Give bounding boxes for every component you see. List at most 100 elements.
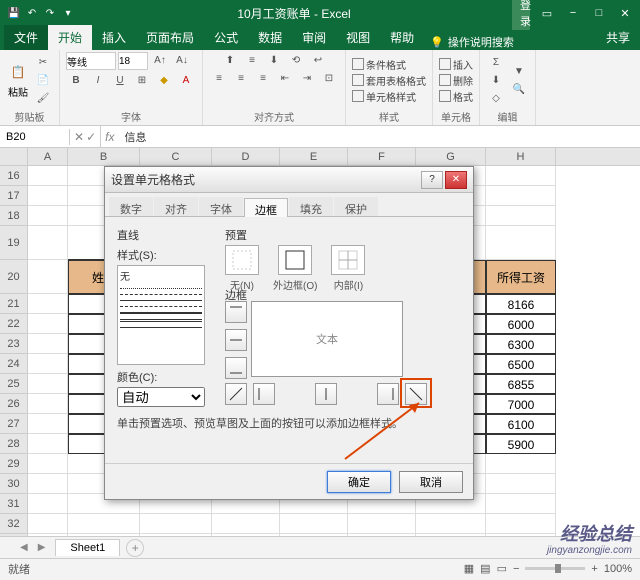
cell[interactable]: 8166 <box>486 294 556 314</box>
cell[interactable] <box>280 514 348 534</box>
fill-icon[interactable]: ⬇ <box>486 72 506 88</box>
row-header[interactable]: 26 <box>0 394 28 414</box>
dialog-title-bar[interactable]: 设置单元格格式 ? ✕ <box>105 167 473 193</box>
cell[interactable]: 5900 <box>486 434 556 454</box>
underline-icon[interactable]: U <box>110 72 130 88</box>
cell[interactable] <box>486 206 556 226</box>
row-header[interactable]: 31 <box>0 494 28 514</box>
cell[interactable] <box>212 514 280 534</box>
align-right-icon[interactable]: ≡ <box>253 70 273 86</box>
cell[interactable] <box>486 454 556 474</box>
line-style-option[interactable] <box>120 327 202 328</box>
preset-none-button[interactable]: 无(N) <box>225 245 259 292</box>
qat-more-icon[interactable]: ▾ <box>60 5 76 21</box>
autosum-icon[interactable]: Σ <box>486 54 506 70</box>
cell[interactable] <box>212 534 280 536</box>
line-style-option[interactable] <box>120 319 202 322</box>
delete-cells-button[interactable]: 删除 <box>439 73 473 88</box>
fx-icon[interactable]: fx <box>101 130 118 144</box>
orientation-icon[interactable]: ⟲ <box>286 52 306 68</box>
select-all-button[interactable] <box>0 148 28 165</box>
cell[interactable] <box>486 494 556 514</box>
copy-icon[interactable]: 📄 <box>33 72 53 88</box>
cell[interactable]: 6500 <box>486 354 556 374</box>
cell[interactable] <box>28 260 68 294</box>
align-bottom-icon[interactable]: ⬇ <box>264 52 284 68</box>
cell[interactable] <box>68 534 140 536</box>
cell[interactable]: 6300 <box>486 334 556 354</box>
increase-font-icon[interactable]: A↑ <box>150 52 170 68</box>
sheet-nav-prev-icon[interactable]: ◀ <box>20 542 28 553</box>
tab-view[interactable]: 视图 <box>336 25 380 50</box>
dlg-tab-border[interactable]: 边框 <box>244 198 288 217</box>
cell[interactable] <box>28 166 68 186</box>
paste-button[interactable]: 📋 粘贴 <box>6 60 30 101</box>
ribbon-display-icon[interactable]: ▭ <box>538 7 556 20</box>
row-header[interactable]: 22 <box>0 314 28 334</box>
col-header[interactable]: C <box>140 148 212 165</box>
tab-data[interactable]: 数据 <box>248 25 292 50</box>
cell[interactable] <box>486 186 556 206</box>
border-top-button[interactable] <box>225 301 247 323</box>
cell[interactable] <box>486 166 556 186</box>
cell[interactable]: 所得工资 <box>486 260 556 294</box>
increase-indent-icon[interactable]: ⇥ <box>297 70 317 86</box>
merge-icon[interactable]: ⊡ <box>319 70 339 86</box>
border-left-button[interactable] <box>253 383 275 405</box>
conditional-format-button[interactable]: 条件格式 <box>352 57 426 72</box>
login-button[interactable]: 登录 <box>512 0 530 30</box>
dialog-close-button[interactable]: ✕ <box>445 171 467 189</box>
cell[interactable] <box>28 334 68 354</box>
zoom-level[interactable]: 100% <box>604 563 632 575</box>
border-right-button[interactable] <box>377 383 399 405</box>
font-color-icon[interactable]: A <box>176 72 196 88</box>
tab-formulas[interactable]: 公式 <box>204 25 248 50</box>
row-header[interactable]: 27 <box>0 414 28 434</box>
row-header[interactable]: 20 <box>0 260 28 294</box>
cell[interactable] <box>486 474 556 494</box>
line-style-option[interactable] <box>120 288 202 289</box>
cell[interactable] <box>28 494 68 514</box>
col-header[interactable]: D <box>212 148 280 165</box>
row-header[interactable]: 30 <box>0 474 28 494</box>
font-name-select[interactable] <box>66 52 116 70</box>
wrap-text-icon[interactable]: ↩ <box>308 52 328 68</box>
decrease-indent-icon[interactable]: ⇤ <box>275 70 295 86</box>
cell[interactable] <box>28 226 68 260</box>
row-header[interactable]: 28 <box>0 434 28 454</box>
border-diag-up-button[interactable] <box>225 383 247 405</box>
row-header[interactable]: 17 <box>0 186 28 206</box>
cell[interactable] <box>28 394 68 414</box>
col-header[interactable]: A <box>28 148 68 165</box>
line-style-option[interactable] <box>120 312 202 314</box>
cell[interactable] <box>28 354 68 374</box>
formula-input[interactable]: 信息 <box>118 127 640 147</box>
dlg-tab-fill[interactable]: 填充 <box>289 197 333 216</box>
cell[interactable] <box>348 514 416 534</box>
row-header[interactable]: 29 <box>0 454 28 474</box>
tab-insert[interactable]: 插入 <box>92 25 136 50</box>
redo-icon[interactable]: ↷ <box>42 5 58 21</box>
row-header[interactable]: 33 <box>0 534 28 536</box>
col-header[interactable]: E <box>280 148 348 165</box>
cancel-formula-icon[interactable]: ✕ <box>74 130 84 144</box>
cell[interactable] <box>140 514 212 534</box>
sort-filter-icon[interactable]: ▼ <box>509 63 529 79</box>
line-color-select[interactable]: 自动 <box>117 387 205 407</box>
align-top-icon[interactable]: ⬆ <box>220 52 240 68</box>
share-button[interactable]: 共享 <box>596 25 640 50</box>
add-sheet-button[interactable]: + <box>126 539 144 557</box>
cell[interactable] <box>140 534 212 536</box>
border-icon[interactable]: ⊞ <box>132 72 152 88</box>
preset-inside-button[interactable]: 内部(I) <box>331 245 365 292</box>
cell[interactable] <box>28 514 68 534</box>
dlg-tab-number[interactable]: 数字 <box>109 197 153 216</box>
tell-me[interactable]: 💡操作说明搜索 <box>430 34 514 50</box>
cell[interactable] <box>28 454 68 474</box>
tab-layout[interactable]: 页面布局 <box>136 25 204 50</box>
dlg-tab-alignment[interactable]: 对齐 <box>154 197 198 216</box>
row-header[interactable]: 25 <box>0 374 28 394</box>
tab-home[interactable]: 开始 <box>48 25 92 50</box>
cell[interactable]: 6000 <box>486 314 556 334</box>
border-hmid-button[interactable] <box>225 329 247 351</box>
